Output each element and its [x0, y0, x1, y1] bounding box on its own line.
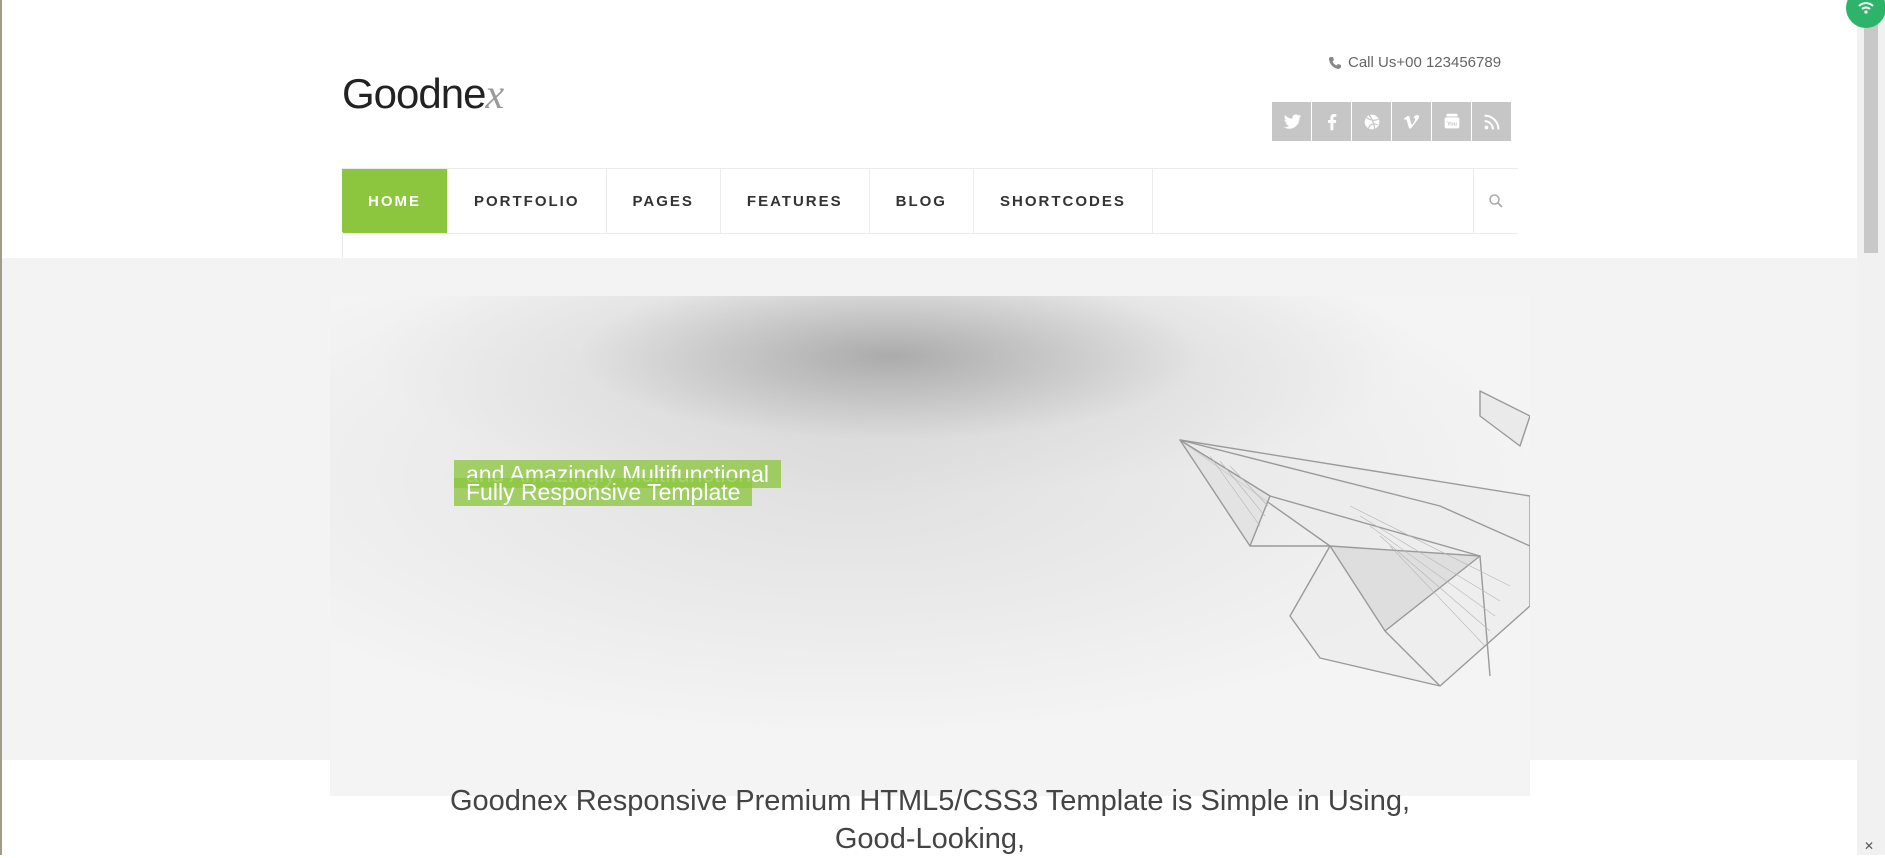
intro-headline-line-1: Goodnex Responsive Premium HTML5/CSS3 Te… — [449, 785, 1411, 817]
nav-item-features[interactable]: FEATURES — [721, 169, 870, 233]
main-navigation: HOME PORTFOLIO PAGES FEATURES BLOG SHORT… — [342, 168, 1518, 234]
phone-icon — [1328, 56, 1342, 70]
twitter-icon[interactable] — [1272, 102, 1311, 141]
youtube-icon[interactable]: You — [1432, 102, 1471, 141]
vimeo-icon[interactable] — [1392, 102, 1431, 141]
call-us-info: Call Us+00 123456789 — [1328, 54, 1501, 71]
logo-tail-text: x — [485, 72, 504, 118]
phone-number: +00 123456789 — [1396, 54, 1502, 71]
nav-item-pages[interactable]: PAGES — [607, 169, 721, 233]
search-button[interactable] — [1473, 169, 1518, 233]
intro-headline: Goodnex Responsive Premium HTML5/CSS3 Te… — [332, 782, 1528, 858]
scroll-down-arrow-icon[interactable]: ✕ — [1864, 839, 1874, 853]
slide-caption-2: Fully Responsive Template — [454, 478, 753, 506]
site-logo[interactable]: Goodnex — [342, 70, 504, 119]
nav-item-shortcodes[interactable]: SHORTCODES — [974, 169, 1153, 233]
intro-headline-line-2: Good-Looking, — [834, 823, 1026, 855]
svg-text:You: You — [1447, 121, 1457, 127]
scrollbar-thumb[interactable] — [1864, 10, 1878, 253]
paper-plane-illustration — [1179, 390, 1530, 687]
page-scrollbar[interactable]: ✕ — [1857, 0, 1885, 855]
rss-icon[interactable] — [1472, 102, 1511, 141]
call-us-label: Call Us — [1348, 54, 1397, 71]
nav-item-home[interactable]: HOME — [342, 169, 448, 233]
nav-item-blog[interactable]: BLOG — [870, 169, 974, 233]
social-links: You — [1272, 102, 1512, 141]
nav-item-portfolio[interactable]: PORTFOLIO — [448, 169, 607, 233]
hero-slide[interactable]: and Amazingly Multifunctional Fully Resp… — [330, 296, 1530, 796]
web-page: Goodnex Call Us+00 123456789 You HOME PO… — [2, 0, 1857, 855]
nav-divider — [342, 232, 343, 258]
logo-main-text: Goodne — [342, 70, 486, 117]
facebook-icon[interactable] — [1312, 102, 1351, 141]
search-icon — [1489, 194, 1503, 208]
dribbble-icon[interactable] — [1352, 102, 1391, 141]
